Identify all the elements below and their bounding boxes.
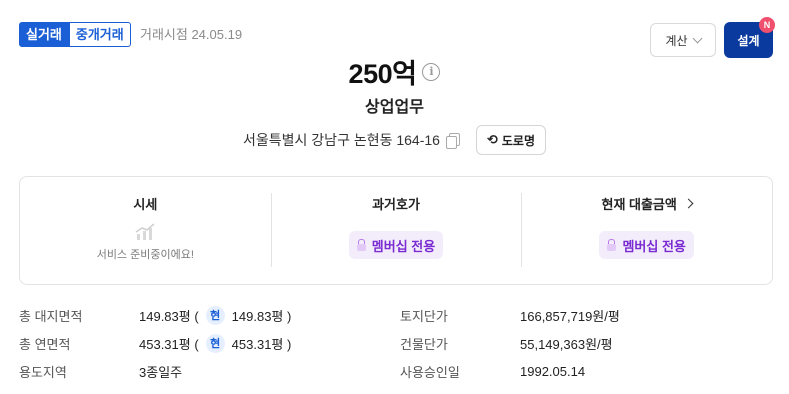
land-area-current-value: 149.83평 ) xyxy=(231,308,292,324)
spec-label: 용도지역 xyxy=(19,364,67,380)
spec-label: 총 연면적 xyxy=(19,336,71,352)
spec-zoning: 용도지역 3종일주 xyxy=(19,358,182,384)
current-badge: 현 xyxy=(205,305,225,325)
calculate-label: 계산 xyxy=(665,33,688,48)
spec-floor-area: 총 연면적 453.31평 ( 현 453.31평 ) xyxy=(19,330,291,356)
loan-membership-pill[interactable]: 멤버십 전용 xyxy=(599,231,694,259)
land-area-value: 149.83평 ( xyxy=(139,308,199,324)
design-label: 설계 xyxy=(737,33,760,48)
lock-icon xyxy=(607,239,617,251)
swap-icon: ⟲ xyxy=(486,132,498,147)
spec-label: 건물단가 xyxy=(400,336,448,352)
loan-amount-title[interactable]: 현재 대출금액 xyxy=(601,194,694,213)
lock-icon xyxy=(356,239,366,251)
deal-date: 거래시점 24.05.19 xyxy=(140,27,243,42)
loan-membership-label: 멤버십 전용 xyxy=(622,238,686,254)
tab-brokered-deal[interactable]: 중개거래 xyxy=(68,22,131,47)
spec-value: 149.83평 ( 현 149.83평 ) xyxy=(139,305,292,325)
spec-value: 453.31평 ( 현 453.31평 ) xyxy=(139,333,292,353)
address-text: 서울특별시 강남구 논현동 164-16 xyxy=(243,132,440,148)
land-price-value: 166,857,719원/평 xyxy=(520,308,620,324)
past-price-membership-pill[interactable]: 멤버십 전용 xyxy=(348,231,444,259)
tab-actual-deal[interactable]: 실거래 xyxy=(19,22,69,47)
past-price-column: 과거호가 멤버십 전용 xyxy=(270,177,522,284)
past-price-title: 과거호가 xyxy=(372,197,420,212)
spec-building-price: 건물단가 55,149,363원/평 xyxy=(400,330,613,356)
property-category: 상업업무 xyxy=(365,99,424,116)
chart-icon xyxy=(135,223,155,240)
chevron-down-icon xyxy=(692,33,702,43)
market-price-column: 시세 서비스 준비중이에요! xyxy=(20,177,271,284)
deal-type-tabs: 실거래 중개거래 xyxy=(19,22,131,47)
zoning-value: 3종일주 xyxy=(139,364,183,380)
spec-label: 사용승인일 xyxy=(400,364,460,380)
floor-area-current-value: 453.31평 ) xyxy=(231,336,292,352)
road-name-label: 도로명 xyxy=(501,133,535,148)
loan-amount-title-label: 현재 대출금액 xyxy=(601,197,677,212)
chevron-right-icon xyxy=(683,198,694,209)
new-badge: N xyxy=(759,17,775,33)
market-price-status: 서비스 준비중이에요! xyxy=(96,249,194,261)
spec-label: 토지단가 xyxy=(400,308,448,324)
current-badge: 현 xyxy=(205,333,225,353)
spec-land-price: 토지단가 166,857,719원/평 xyxy=(400,302,620,328)
info-icon[interactable]: i xyxy=(422,62,441,81)
spec-land-area: 총 대지면적 149.83평 ( 현 149.83평 ) xyxy=(19,302,291,328)
loan-amount-column[interactable]: 현재 대출금액 멤버십 전용 xyxy=(521,177,772,284)
approval-date-value: 1992.05.14 xyxy=(520,363,586,379)
building-price-value: 55,149,363원/평 xyxy=(520,336,613,352)
address-row: 서울특별시 강남구 논현동 164-16 ⟲ 도로명 xyxy=(0,125,789,155)
price-row: 250억 i xyxy=(0,52,789,91)
price-info-card: 시세 서비스 준비중이에요! 과거호가 멤버십 전용 현재 대출금액 멤버십 전… xyxy=(19,176,773,285)
floor-area-value: 453.31평 ( xyxy=(139,336,199,352)
market-price-title: 시세 xyxy=(133,197,158,212)
spec-approval-date: 사용승인일 1992.05.14 xyxy=(400,358,585,384)
copy-icon[interactable] xyxy=(445,133,460,149)
spec-label: 총 대지면적 xyxy=(19,308,83,324)
past-price-membership-label: 멤버십 전용 xyxy=(371,238,436,254)
deal-price: 250억 xyxy=(348,59,417,89)
road-name-button[interactable]: ⟲ 도로명 xyxy=(475,125,546,155)
